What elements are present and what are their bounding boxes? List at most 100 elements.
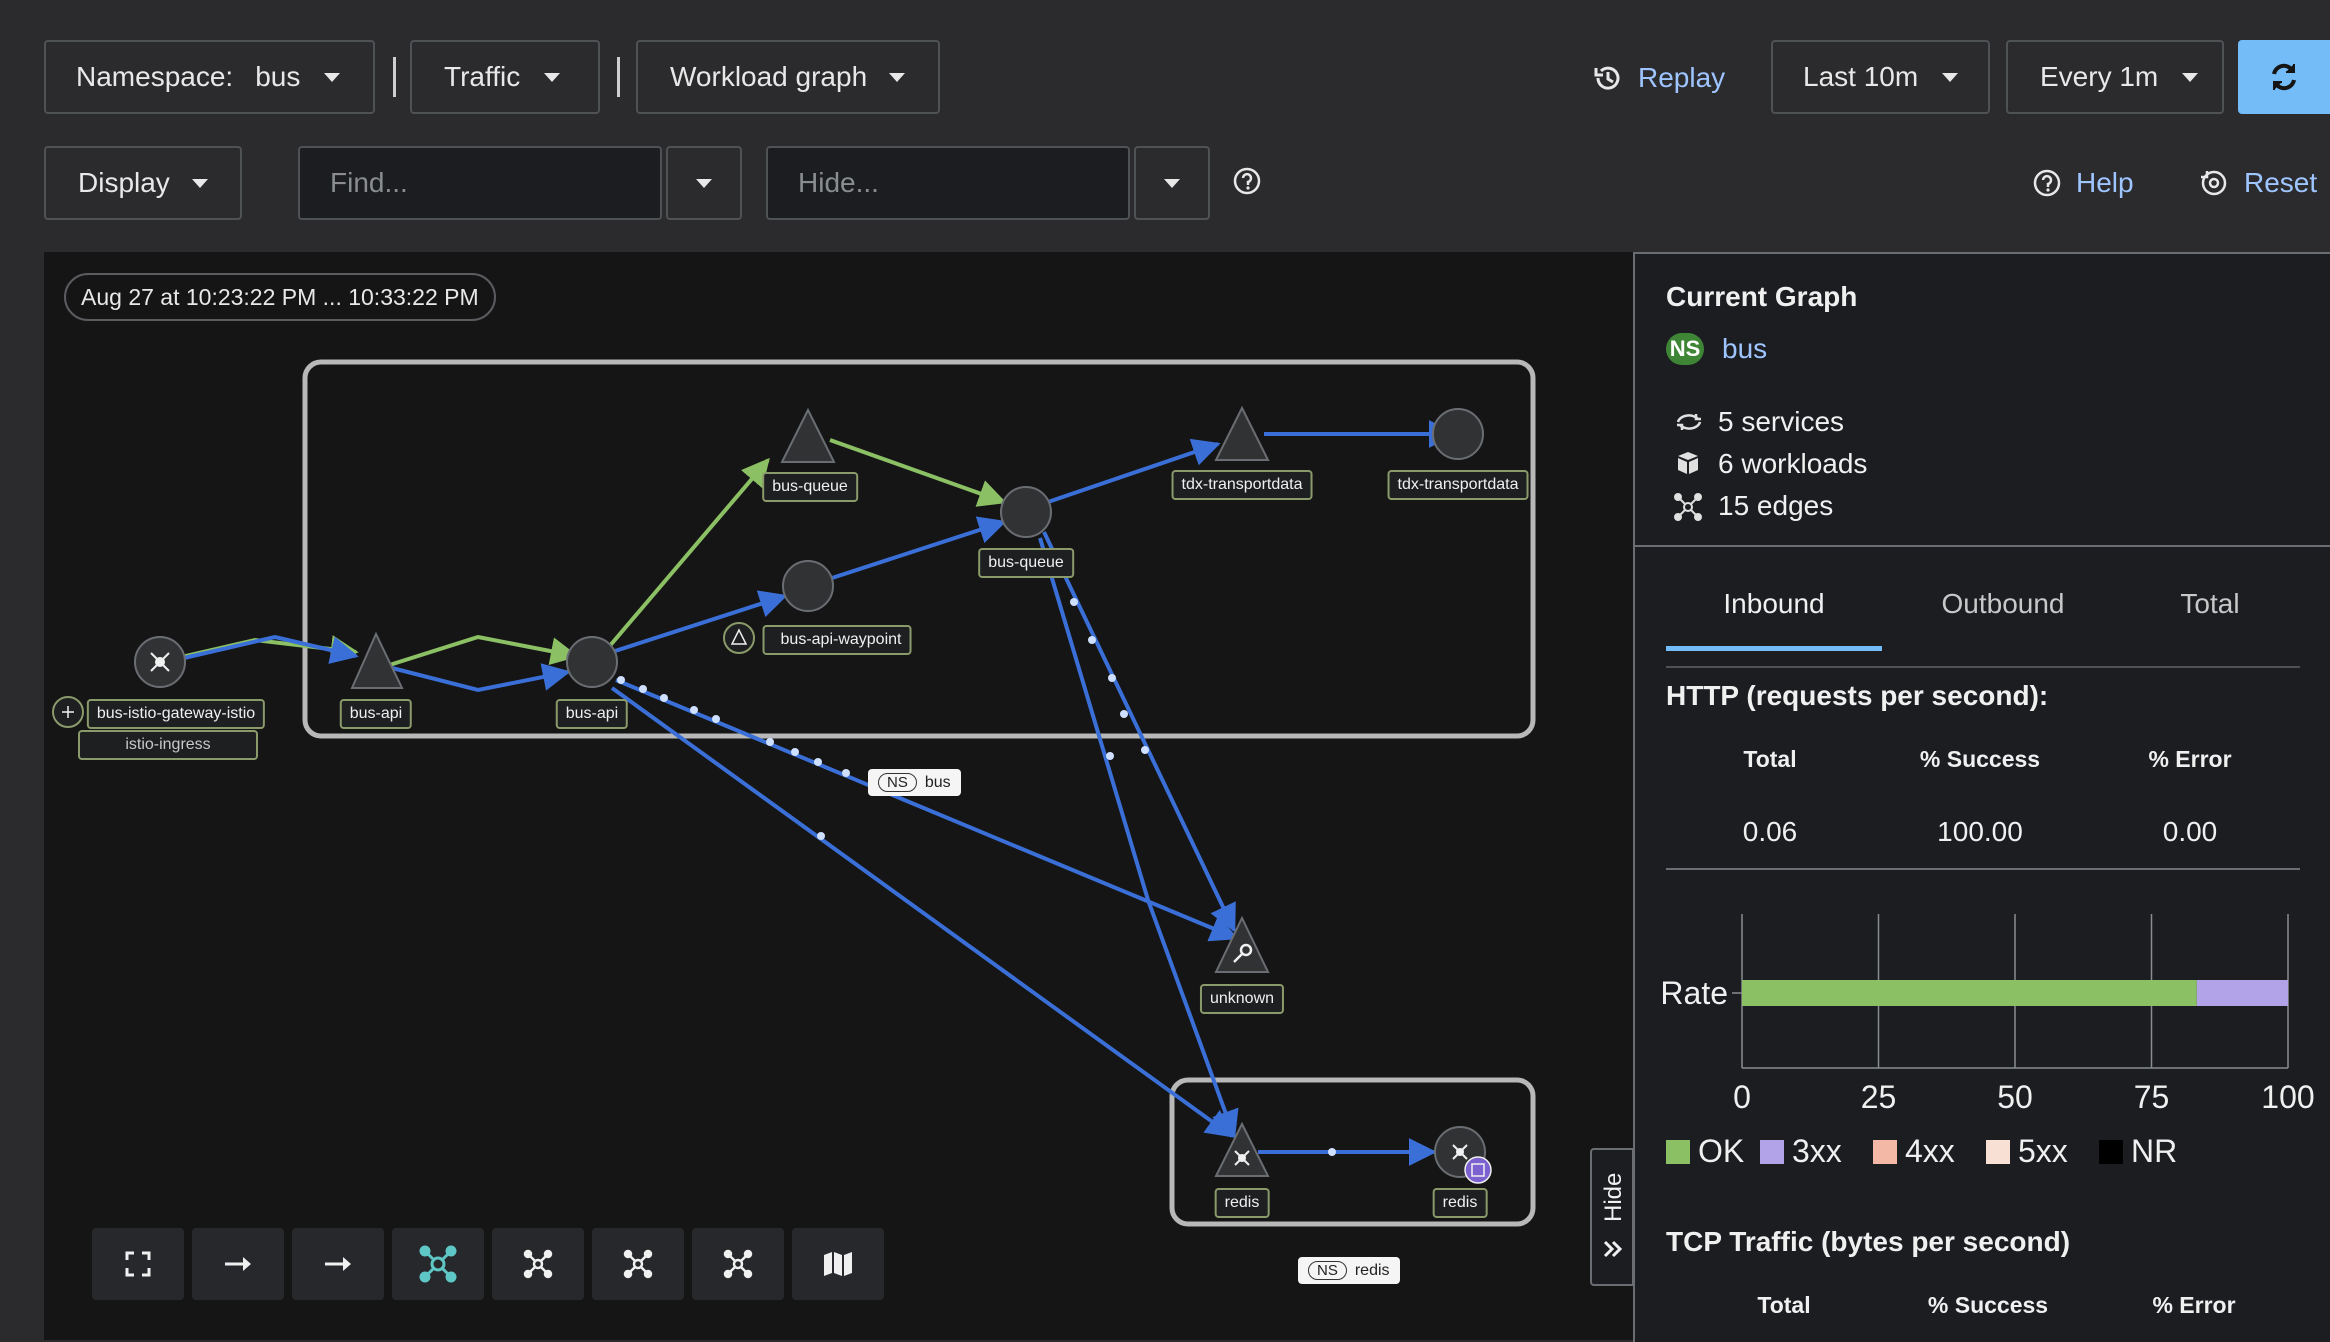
refresh-interval-label: Every 1m <box>2040 61 2159 92</box>
legend-swatch-ok <box>1666 1140 1690 1164</box>
bar-segment-ok <box>1742 980 2197 1006</box>
help-button[interactable]: Help <box>2032 164 2134 202</box>
x-tick-label: 0 <box>1733 1079 1751 1115</box>
rate-chart: 0 25 50 75 100 Rate OK 3xx 4xx 5xx NR <box>1660 914 2315 1169</box>
tab-inbound[interactable]: Inbound <box>1666 588 1882 620</box>
node-label-tdx-workload[interactable]: tdx-transportdata <box>1387 470 1529 500</box>
node-label-redis-service[interactable]: redis <box>1214 1188 1270 1218</box>
refresh-button[interactable] <box>2238 40 2330 114</box>
legend-label-3xx: 3xx <box>1792 1133 1842 1169</box>
gateway-node[interactable] <box>134 636 186 688</box>
workloads-icon <box>1678 452 1698 474</box>
question-circle-icon <box>2033 169 2061 197</box>
ns-badge: NS <box>1308 1261 1347 1280</box>
bus-api-service-node[interactable] <box>350 631 404 689</box>
tdx-workload-node[interactable] <box>1432 408 1484 460</box>
http-header-error: % Error <box>2148 746 2232 772</box>
legend-button[interactable] <box>792 1228 884 1300</box>
legend-label-5xx: 5xx <box>2018 1133 2068 1169</box>
y-category-label: Rate <box>1660 975 1728 1011</box>
namespace-name: bus <box>924 773 951 791</box>
http-header-total: Total <box>1743 746 1797 772</box>
tcp-header-total: Total <box>1757 1292 1811 1318</box>
bus-queue-workload-node[interactable] <box>1000 486 1052 538</box>
node-label-tdx-service[interactable]: tdx-transportdata <box>1171 470 1313 500</box>
topology-icon <box>723 1249 753 1279</box>
tcp-title: TCP Traffic (bytes per second) <box>1666 1226 2071 1257</box>
reset-label: Reset <box>2244 167 2318 198</box>
node-label-bus-queue-service[interactable]: bus-queue <box>762 472 858 502</box>
http-value-total: 0.06 <box>1742 816 1798 847</box>
topology-icon <box>419 1245 457 1283</box>
arrow-right-icon <box>325 1257 351 1271</box>
ns-badge: NS <box>878 773 917 792</box>
layout-default-button[interactable] <box>192 1228 284 1300</box>
map-icon <box>824 1252 852 1276</box>
reset-button[interactable]: Reset <box>2198 164 2317 202</box>
node-label-gateway[interactable]: bus-istio-gateway-istio <box>86 699 266 729</box>
tdx-service-node[interactable] <box>1214 405 1270 461</box>
topology-icon <box>523 1249 553 1279</box>
hide-panel-button[interactable]: Hide <box>1590 1148 1634 1286</box>
x-tick-label: 100 <box>2261 1079 2314 1115</box>
chevron-down-icon <box>1942 72 1959 82</box>
topology-icon <box>623 1249 653 1279</box>
namespace-badge: NS <box>1666 333 1704 365</box>
tcp-header-error: % Error <box>2152 1292 2236 1318</box>
workloads-count: 6 workloads <box>1718 448 1868 479</box>
layout-1-button[interactable] <box>292 1228 384 1300</box>
services-icon <box>1676 414 1702 430</box>
replica-badge-icon <box>1464 1156 1492 1184</box>
node-label-redis-workload[interactable]: redis <box>1432 1188 1488 1218</box>
tab-total[interactable]: Total <box>2124 588 2296 620</box>
graph-nodes <box>52 405 1492 1184</box>
hide-label: Hide <box>1600 1172 1627 1222</box>
http-table-divider <box>1666 868 2300 870</box>
tab-outbound[interactable]: Outbound <box>1895 588 2111 620</box>
namespace-name: redis <box>1354 1261 1390 1279</box>
namespace-label-bus[interactable]: NS bus <box>868 769 961 796</box>
legend-swatch-nr <box>2099 1140 2123 1164</box>
chevron-down-icon <box>2182 72 2199 82</box>
legend-label-nr: NR <box>2131 1133 2177 1169</box>
bus-queue-service-node[interactable] <box>780 407 836 463</box>
http-value-success: 100.00 <box>1937 816 2023 847</box>
help-label: Help <box>2076 167 2134 198</box>
node-label-bus-api-workload[interactable]: bus-api <box>555 699 629 729</box>
http-value-error: 0.00 <box>2162 816 2218 847</box>
time-range-dropdown[interactable]: Last 10m <box>1771 40 1990 114</box>
sync-icon <box>2272 63 2296 91</box>
panel-namespace-link[interactable]: bus <box>1722 333 1767 365</box>
node-label-gateway-namespace: istio-ingress <box>78 730 258 760</box>
node-label-bus-queue-workload[interactable]: bus-queue <box>978 548 1074 578</box>
zoom-fit-button[interactable] <box>92 1228 184 1300</box>
replay-label: Replay <box>1638 62 1726 93</box>
layout-5-button[interactable] <box>692 1228 784 1300</box>
bus-api-workload-node[interactable] <box>566 636 618 688</box>
namespace-label-redis[interactable]: NS redis <box>1298 1257 1400 1284</box>
tcp-header-success: % Success <box>1927 1292 2049 1318</box>
time-range-label: Last 10m <box>1803 61 1919 92</box>
unknown-node[interactable] <box>1214 915 1270 973</box>
tab-inbound-underline <box>1666 646 1882 651</box>
time-range-text: Aug 27 at 10:23:22 PM ... 10:33:22 PM <box>81 283 479 310</box>
services-count: 5 services <box>1718 406 1845 437</box>
layout-4-button[interactable] <box>592 1228 684 1300</box>
node-label-unknown[interactable]: unknown <box>1199 984 1285 1014</box>
redis-service-node[interactable] <box>1214 1121 1270 1177</box>
node-label-bus-api-service[interactable]: bus-api <box>339 699 413 729</box>
reset-icon <box>2201 170 2227 196</box>
bus-api-waypoint-node[interactable] <box>782 560 834 612</box>
node-label-bus-api-waypoint[interactable]: bus-api-waypoint <box>762 625 912 655</box>
layout-3-button[interactable] <box>492 1228 584 1300</box>
refresh-interval-dropdown[interactable]: Every 1m <box>2006 40 2224 114</box>
layout-2-button[interactable] <box>392 1228 484 1300</box>
redis-workload-node[interactable] <box>1434 1126 1492 1184</box>
panel-title: Current Graph <box>1666 281 1858 312</box>
panel-divider <box>1635 545 2330 547</box>
legend-swatch-3xx <box>1760 1140 1784 1164</box>
edges-icon <box>1674 493 1702 521</box>
graph-time-range: Aug 27 at 10:23:22 PM ... 10:33:22 PM <box>64 273 496 321</box>
edges-count: 15 edges <box>1718 490 1834 521</box>
x-tick-label: 50 <box>1997 1079 2033 1115</box>
